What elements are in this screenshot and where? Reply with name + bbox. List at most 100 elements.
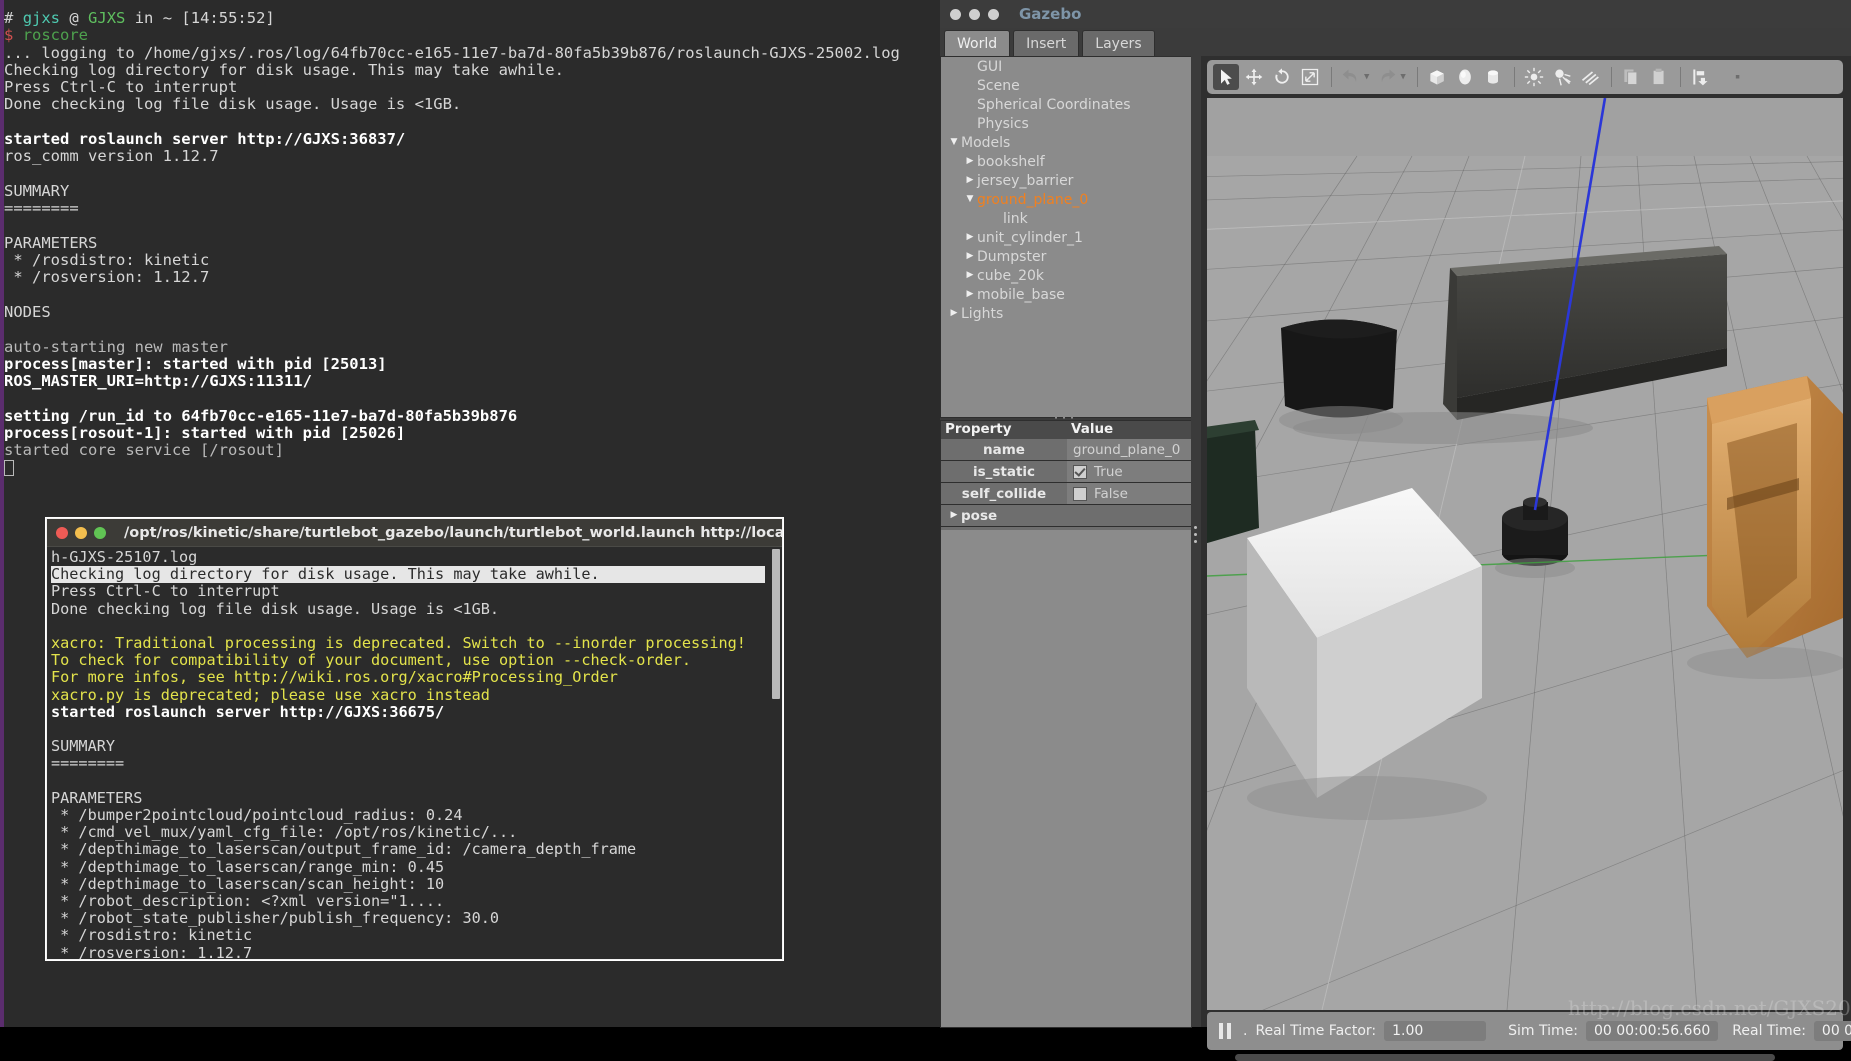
- vertical-splitter[interactable]: [1191, 56, 1201, 1027]
- gazebo-title-label: Gazebo: [1019, 5, 1082, 23]
- tree-item-bookshelf[interactable]: ▶ bookshelf: [941, 152, 1191, 171]
- chevron-down-icon[interactable]: ▼: [1364, 72, 1369, 82]
- gazebo-body: World Insert Layers GUI Scene Spherical Co…: [940, 28, 1851, 1061]
- tree-item-label: ground_plane_0: [977, 191, 1089, 208]
- chevron-right-icon[interactable]: ▶: [963, 157, 977, 166]
- tree-item-models[interactable]: ▼ Models: [941, 133, 1191, 152]
- chevron-down-icon[interactable]: ▼: [947, 138, 961, 147]
- tree-item-label: Lights: [961, 305, 1004, 322]
- tree-item-label: mobile_base: [977, 286, 1065, 303]
- undo-icon[interactable]: [1338, 64, 1364, 90]
- gazebo-titlebar[interactable]: Gazebo: [940, 0, 1851, 28]
- tree-item-spherical-coordinates[interactable]: Spherical Coordinates: [941, 95, 1191, 114]
- gazebo-progress-bar: [1235, 1054, 1775, 1061]
- inner-terminal-title: /opt/ros/kinetic/share/turtlebot_gazebo/…: [124, 524, 782, 541]
- gazebo-window[interactable]: Gazebo World Insert Layers GUI Scene Spher…: [940, 0, 1851, 1061]
- self_collide-checkbox[interactable]: [1073, 486, 1087, 501]
- chevron-right-icon[interactable]: ▶: [947, 309, 961, 318]
- inner-terminal-window[interactable]: /opt/ros/kinetic/share/turtlebot_gazebo/…: [46, 518, 783, 960]
- chevron-down-icon[interactable]: ▼: [1400, 72, 1405, 82]
- property-name: self_collide: [961, 485, 1047, 502]
- translate-mode-icon[interactable]: [1241, 64, 1267, 90]
- maximize-icon[interactable]: [94, 526, 106, 539]
- window-maximize-icon[interactable]: [988, 8, 999, 20]
- chevron-right-icon[interactable]: ▶: [963, 233, 977, 242]
- close-icon[interactable]: [56, 526, 68, 539]
- window-close-icon[interactable]: [950, 8, 961, 20]
- tree-item-label: Dumpster: [977, 248, 1047, 265]
- inner-terminal-output: h-GJXS-25107.log Checking log directory …: [51, 548, 771, 959]
- tree-item-jersey-barrier[interactable]: ▶ jersey_barrier: [941, 171, 1191, 190]
- tree-item-label: link: [1003, 210, 1028, 227]
- outer-terminal-output: # gjxs @ GJXS in ~ [14:55:52] $ roscore …: [4, 9, 934, 478]
- screen: # gjxs @ GJXS in ~ [14:55:52] $ roscore …: [0, 0, 1851, 1061]
- insert-sphere-icon[interactable]: [1452, 64, 1478, 90]
- chevron-right-icon[interactable]: ▶: [963, 271, 977, 280]
- inner-terminal-body[interactable]: h-GJXS-25107.log Checking log directory …: [47, 547, 782, 959]
- property-row-pose[interactable]: ▶ pose: [941, 505, 1191, 527]
- unit-cylinder-model: [1279, 319, 1403, 434]
- paste-icon[interactable]: [1646, 64, 1672, 90]
- step-button[interactable]: .: [1243, 1023, 1247, 1039]
- tree-item-link[interactable]: link: [941, 209, 1191, 228]
- window-minimize-icon[interactable]: [969, 8, 980, 20]
- gazebo-world-tree[interactable]: GUI Scene Spherical Coordinates Physics ▼…: [940, 56, 1192, 418]
- align-icon[interactable]: [1687, 64, 1713, 90]
- property-row-is_static[interactable]: is_static True: [941, 461, 1191, 483]
- chevron-right-icon[interactable]: ▶: [963, 176, 977, 185]
- spot-light-icon[interactable]: [1549, 64, 1575, 90]
- chevron-right-icon[interactable]: ▶: [947, 511, 961, 520]
- tree-item-ground-plane-0[interactable]: ▼ ground_plane_0: [941, 190, 1191, 209]
- toolbar-overflow-icon[interactable]: ▪: [1735, 72, 1740, 82]
- chevron-right-icon[interactable]: ▶: [963, 290, 977, 299]
- gazebo-property-table[interactable]: Property Value name ground_plane_0 is_static…: [940, 420, 1192, 549]
- sim-time-label: Sim Time:: [1508, 1023, 1578, 1039]
- pause-icon[interactable]: [1219, 1023, 1233, 1039]
- tree-item-lights[interactable]: ▶ Lights: [941, 304, 1191, 323]
- property-table-header: Property Value: [941, 421, 1191, 439]
- tree-item-unit-cylinder-1[interactable]: ▶ unit_cylinder_1: [941, 228, 1191, 247]
- gazebo-tab-bar[interactable]: World Insert Layers: [940, 28, 1193, 56]
- tree-item-physics[interactable]: Physics: [941, 114, 1191, 133]
- gazebo-toolbar[interactable]: ▼ ▼ ▪: [1207, 60, 1843, 94]
- gazebo-3d-scene[interactable]: [1207, 98, 1843, 1010]
- inner-terminal-titlebar[interactable]: /opt/ros/kinetic/share/turtlebot_gazebo/…: [47, 519, 782, 547]
- tree-item-gui[interactable]: GUI: [941, 57, 1191, 76]
- dumpster-model: [1207, 420, 1259, 544]
- tree-item-cube-20k[interactable]: ▶ cube_20k: [941, 266, 1191, 285]
- tree-item-dumpster[interactable]: ▶ Dumpster: [941, 247, 1191, 266]
- rotate-mode-icon[interactable]: [1269, 64, 1295, 90]
- chevron-down-icon[interactable]: ▼: [963, 195, 977, 204]
- is_static-checkbox[interactable]: [1073, 464, 1087, 479]
- minimize-icon[interactable]: [75, 526, 87, 539]
- chevron-right-icon[interactable]: ▶: [963, 252, 977, 261]
- tree-item-label: Scene: [977, 77, 1020, 94]
- tab-layers[interactable]: Layers: [1082, 30, 1155, 56]
- gazebo-render-area[interactable]: ▼ ▼ ▪ . Real Time Factor: 1.00 Sim Time:…: [1201, 56, 1851, 1061]
- redo-icon[interactable]: [1374, 64, 1400, 90]
- inner-terminal-scrollbar-thumb[interactable]: [772, 549, 780, 699]
- toolbar-separator: [1610, 67, 1612, 87]
- real-time-value: 00 00:00:57.14: [1813, 1021, 1851, 1041]
- copy-icon[interactable]: [1618, 64, 1644, 90]
- insert-box-icon[interactable]: [1424, 64, 1450, 90]
- tree-item-scene[interactable]: Scene: [941, 76, 1191, 95]
- scale-mode-icon[interactable]: [1297, 64, 1323, 90]
- insert-cylinder-icon[interactable]: [1480, 64, 1506, 90]
- point-light-icon[interactable]: [1521, 64, 1547, 90]
- toolbar-separator: [1416, 67, 1418, 87]
- directional-light-icon[interactable]: [1577, 64, 1603, 90]
- tab-world[interactable]: World: [944, 30, 1011, 56]
- select-mode-icon[interactable]: [1213, 64, 1239, 90]
- sim-time-value: 00 00:00:56.660: [1585, 1021, 1719, 1041]
- property-column-header: Property: [945, 421, 1012, 437]
- toolbar-separator: [1331, 67, 1332, 87]
- gazebo-status-bar[interactable]: . Real Time Factor: 1.00 Sim Time: 00 00…: [1207, 1012, 1851, 1050]
- tab-insert[interactable]: Insert: [1013, 30, 1080, 56]
- tree-item-mobile-base[interactable]: ▶ mobile_base: [941, 285, 1191, 304]
- property-row-self_collide[interactable]: self_collide False: [941, 483, 1191, 505]
- property-row-name[interactable]: name ground_plane_0: [941, 439, 1191, 461]
- property-value: False: [1094, 485, 1128, 502]
